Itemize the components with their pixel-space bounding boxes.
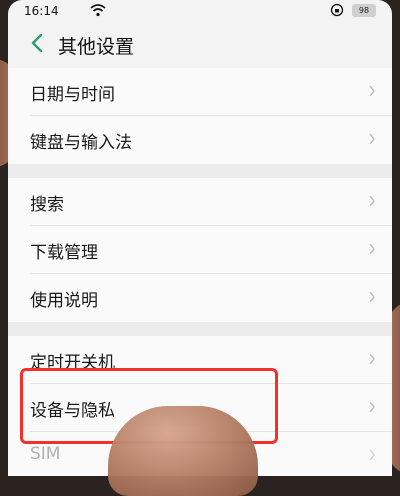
list-item-label: 下载管理	[30, 243, 98, 263]
list-item-keyboard-input[interactable]: 键盘与输入法	[8, 116, 392, 164]
list-item-label: 键盘与输入法	[30, 133, 132, 153]
chevron-right-icon	[368, 447, 376, 466]
chevron-right-icon	[368, 241, 376, 260]
section-gap	[8, 164, 392, 178]
list-item-search[interactable]: 搜索	[8, 178, 392, 226]
list-item-label: 搜索	[30, 195, 64, 215]
wifi-icon	[90, 3, 106, 20]
list-item-label: SIM	[30, 444, 61, 464]
page-title: 其他设置	[58, 36, 135, 58]
section-gap	[8, 322, 392, 336]
chevron-right-icon	[368, 289, 376, 308]
pointing-finger	[108, 406, 258, 496]
list-item-label: 日期与时间	[30, 85, 115, 105]
chevron-right-icon	[368, 351, 376, 370]
list-item-download-manager[interactable]: 下载管理	[8, 226, 392, 274]
status-bar: 16:14 98	[8, 0, 392, 22]
battery-indicator: 98	[352, 4, 376, 17]
list-item-date-time[interactable]: 日期与时间	[8, 68, 392, 116]
chevron-right-icon	[368, 193, 376, 212]
chevron-right-icon	[368, 399, 376, 418]
list-item-user-guide[interactable]: 使用说明	[8, 274, 392, 322]
chevron-right-icon	[368, 131, 376, 150]
rotation-lock-icon	[330, 3, 344, 20]
status-time: 16:14	[24, 4, 59, 18]
back-icon[interactable]	[30, 32, 44, 58]
header: 其他设置	[8, 22, 392, 68]
chevron-right-icon	[368, 83, 376, 102]
list-item-label: 使用说明	[30, 291, 98, 311]
